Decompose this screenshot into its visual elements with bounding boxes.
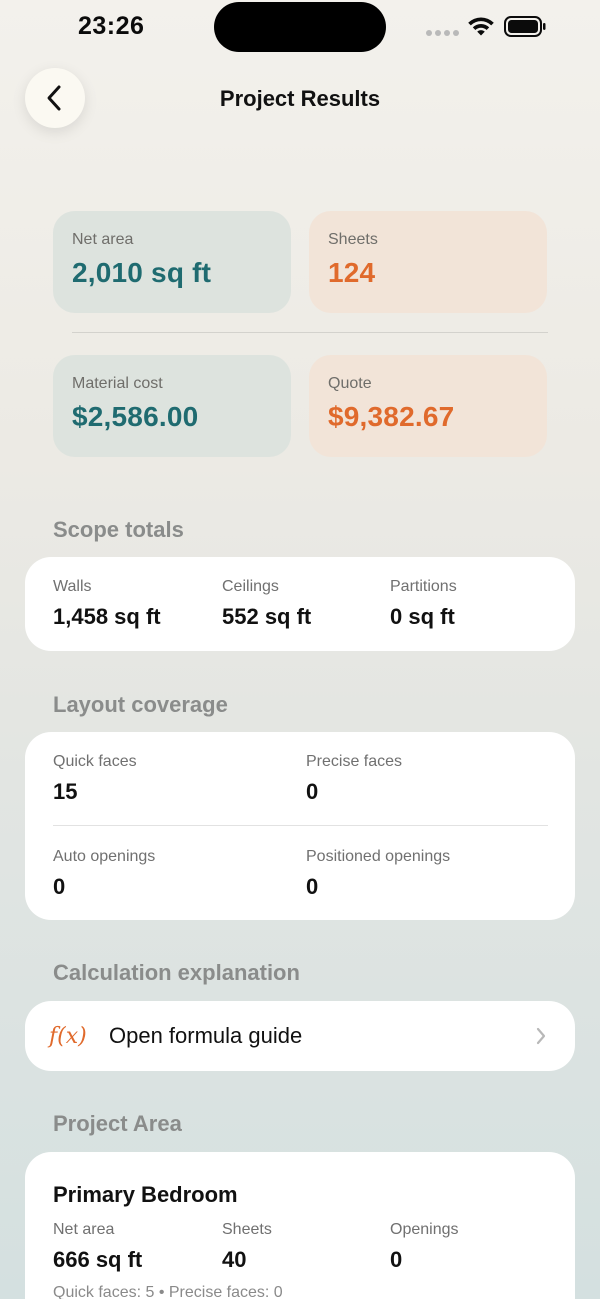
cellular-signal-icon: [426, 30, 459, 36]
precise-faces-stat: Precise faces 0: [306, 753, 402, 805]
positioned-openings-label: Positioned openings: [306, 848, 451, 865]
quick-faces-value: 15: [53, 779, 78, 804]
auto-openings-label: Auto openings: [53, 848, 156, 865]
quote-label: Quote: [328, 375, 372, 392]
scope-totals-title: Scope totals: [53, 517, 184, 542]
project-area-title: Project Area: [53, 1111, 182, 1136]
chevron-right-icon: [536, 1027, 546, 1045]
ceilings-value: 552 sq ft: [222, 604, 312, 629]
page-title: Project Results: [219, 86, 381, 111]
room-sheets-stat: Sheets 40: [222, 1221, 272, 1273]
walls-label: Walls: [53, 578, 92, 595]
dynamic-island: [214, 2, 386, 52]
ceilings-stat: Ceilings 552 sq ft: [222, 578, 311, 630]
room-openings-label: Openings: [390, 1221, 459, 1238]
precise-faces-value: 0: [306, 779, 319, 804]
status-bar: 23:26: [0, 0, 600, 56]
positioned-openings-value: 0: [306, 874, 319, 899]
layout-coverage-card: Quick faces 15 Precise faces 0 Auto open…: [25, 732, 575, 920]
positioned-openings-stat: Positioned openings 0: [306, 848, 450, 900]
room-sheets-value: 40: [222, 1247, 247, 1272]
material-cost-label: Material cost: [72, 375, 163, 392]
room-openings-value: 0: [390, 1247, 403, 1272]
formula-guide-label: Open formula guide: [109, 1023, 303, 1048]
room-faces-summary: Quick faces: 5 • Precise faces: 0: [53, 1284, 283, 1299]
material-cost-value: $2,586.00: [72, 401, 199, 432]
walls-value: 1,458 sq ft: [53, 604, 161, 629]
formula-guide-row[interactable]: f(x) Open formula guide: [25, 1001, 575, 1071]
partitions-value: 0 sq ft: [390, 604, 455, 629]
summary-divider: [72, 332, 548, 333]
layout-coverage-title: Layout coverage: [53, 692, 228, 717]
quote-card: Quote $9,382.67: [309, 355, 547, 457]
material-cost-card: Material cost $2,586.00: [53, 355, 291, 457]
net-area-value: 2,010 sq ft: [72, 257, 212, 288]
calculation-explanation-title: Calculation explanation: [53, 960, 300, 985]
room-net-area-label: Net area: [53, 1221, 115, 1238]
partitions-label: Partitions: [390, 578, 457, 595]
sheets-label: Sheets: [328, 231, 378, 248]
room-net-area-value: 666 sq ft: [53, 1247, 143, 1272]
quote-value: $9,382.67: [328, 401, 455, 432]
scope-totals-card: Walls 1,458 sq ft Ceilings 552 sq ft Par…: [25, 557, 575, 651]
partitions-stat: Partitions 0 sq ft: [390, 578, 457, 630]
status-time: 23:26: [78, 12, 145, 40]
room-net-area-stat: Net area 666 sq ft: [53, 1221, 142, 1273]
sheets-value: 124: [328, 257, 376, 288]
wifi-icon: [468, 17, 494, 36]
net-area-label: Net area: [72, 231, 134, 248]
quick-faces-label: Quick faces: [53, 753, 137, 770]
sheets-card: Sheets 124: [309, 211, 547, 313]
room-openings-stat: Openings 0: [390, 1221, 459, 1273]
room-card[interactable]: Primary Bedroom Net area 666 sq ft Sheet…: [25, 1152, 575, 1299]
function-icon: f(x): [49, 1023, 87, 1049]
battery-icon: [504, 16, 546, 37]
net-area-card: Net area 2,010 sq ft: [53, 211, 291, 313]
coverage-divider: [53, 825, 548, 826]
walls-stat: Walls 1,458 sq ft: [53, 578, 161, 630]
ceilings-label: Ceilings: [222, 578, 279, 595]
room-name: Primary Bedroom: [53, 1182, 238, 1207]
auto-openings-stat: Auto openings 0: [53, 848, 155, 900]
precise-faces-label: Precise faces: [306, 753, 403, 770]
auto-openings-value: 0: [53, 874, 66, 899]
quick-faces-stat: Quick faces 15: [53, 753, 137, 805]
room-sheets-label: Sheets: [222, 1221, 272, 1238]
